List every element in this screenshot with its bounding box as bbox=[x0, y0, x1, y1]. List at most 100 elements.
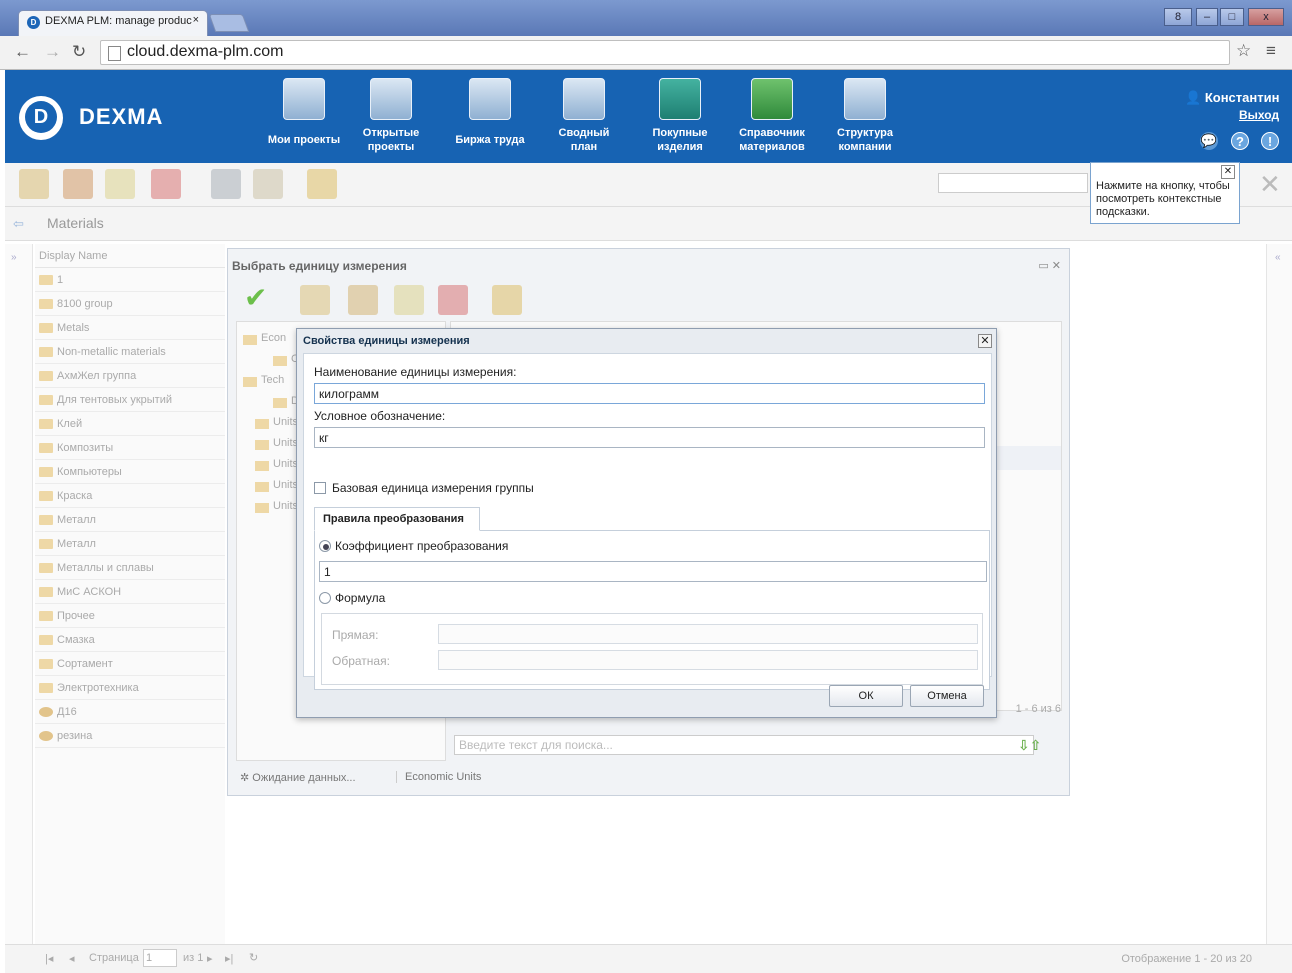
tree-node[interactable]: Units bbox=[255, 500, 298, 520]
logo-text[interactable]: DEXMA bbox=[79, 104, 163, 130]
paste-icon[interactable] bbox=[253, 169, 283, 199]
list-item[interactable]: Электротехника bbox=[35, 676, 225, 700]
prev-page-icon[interactable]: ◂ bbox=[69, 952, 75, 965]
cut-icon[interactable] bbox=[211, 169, 241, 199]
logout-link[interactable]: Выход bbox=[1239, 108, 1279, 122]
new-tab-button[interactable] bbox=[208, 14, 250, 32]
list-item[interactable]: Смазка bbox=[35, 628, 225, 652]
list-item[interactable]: Для тентовых укрытий bbox=[35, 388, 225, 412]
add-unit-icon[interactable] bbox=[348, 285, 378, 315]
tree-node[interactable]: Units bbox=[255, 458, 298, 478]
formula-radio[interactable] bbox=[319, 592, 331, 604]
first-page-icon[interactable]: |◂ bbox=[45, 952, 53, 965]
list-item[interactable]: Non-metallic materials bbox=[35, 340, 225, 364]
window-user-icon[interactable]: 8 bbox=[1164, 8, 1192, 26]
nav-my-projects[interactable]: Мои проекты bbox=[261, 78, 347, 160]
coefficient-input[interactable]: 1 bbox=[319, 561, 987, 582]
window-controls[interactable]: ▭ ✕ bbox=[1038, 259, 1061, 272]
sort-arrows-icon[interactable]: ⇩⇧ bbox=[1018, 737, 1041, 754]
list-item[interactable]: Металл bbox=[35, 508, 225, 532]
tree-structure-icon[interactable] bbox=[492, 285, 522, 315]
item-label: Клей bbox=[57, 418, 83, 430]
help-question-icon[interactable]: ? bbox=[1231, 132, 1249, 150]
page-number-input[interactable]: 1 bbox=[143, 949, 177, 967]
edit-pencil-icon[interactable] bbox=[394, 285, 424, 315]
coefficient-radio[interactable] bbox=[319, 540, 331, 552]
nav-purchased-items[interactable]: Покупные изделия bbox=[639, 78, 721, 160]
list-item[interactable]: Компьютеры bbox=[35, 460, 225, 484]
nav-summary-plan[interactable]: Сводный план bbox=[549, 78, 619, 160]
tab-conversion-rules[interactable]: Правила преобразования bbox=[314, 507, 480, 531]
list-item[interactable]: Прочее bbox=[35, 604, 225, 628]
tree-node[interactable]: Tech bbox=[243, 374, 284, 394]
add-material-icon[interactable] bbox=[63, 169, 93, 199]
right-collapse-strip[interactable]: « bbox=[1266, 244, 1292, 944]
bookmark-star-icon[interactable]: ☆ bbox=[1236, 41, 1251, 61]
delete-icon[interactable] bbox=[438, 285, 468, 315]
list-item[interactable]: Металл bbox=[35, 532, 225, 556]
list-item[interactable]: Металлы и сплавы bbox=[35, 556, 225, 580]
list-item[interactable]: Metals bbox=[35, 316, 225, 340]
tree-node[interactable]: Econ bbox=[243, 332, 286, 352]
menu-icon[interactable]: ≡ bbox=[1266, 41, 1276, 61]
list-item[interactable]: 1 bbox=[35, 268, 225, 292]
tree-node[interactable]: Units bbox=[255, 437, 298, 457]
ok-button[interactable]: ОК bbox=[829, 685, 903, 707]
nav-job-market[interactable]: Биржа труда bbox=[447, 78, 533, 160]
add-group-icon[interactable] bbox=[300, 285, 330, 315]
list-item[interactable]: МиС АСКОН bbox=[35, 580, 225, 604]
window-minimize-button[interactable]: – bbox=[1196, 8, 1218, 26]
list-item[interactable]: резина bbox=[35, 724, 225, 748]
delete-icon[interactable] bbox=[151, 169, 181, 199]
user-name[interactable]: 👤 Константин bbox=[1185, 90, 1279, 106]
nav-materials-directory[interactable]: Справочник материалов bbox=[729, 78, 815, 160]
dialog-close-icon[interactable]: ✕ bbox=[978, 334, 992, 348]
toolbar-search-input[interactable] bbox=[938, 173, 1088, 193]
list-item[interactable]: 8100 group bbox=[35, 292, 225, 316]
window-maximize-button[interactable]: □ bbox=[1220, 8, 1244, 26]
refresh-icon[interactable]: ↻ bbox=[249, 951, 258, 964]
context-hints-icon[interactable]: 💬 bbox=[1200, 132, 1218, 150]
info-icon[interactable]: ! bbox=[1261, 132, 1279, 150]
list-item[interactable]: Композиты bbox=[35, 436, 225, 460]
back-arrow-icon[interactable]: ← bbox=[14, 42, 31, 62]
nav-label: Мои проекты bbox=[267, 134, 341, 146]
left-collapse-strip[interactable]: » bbox=[5, 244, 33, 944]
direct-formula-input[interactable] bbox=[438, 624, 978, 644]
nav-company-structure[interactable]: Структура компании bbox=[825, 78, 905, 160]
list-item[interactable]: Клей bbox=[35, 412, 225, 436]
list-item[interactable]: АхмЖел группа bbox=[35, 364, 225, 388]
inverse-formula-input[interactable] bbox=[438, 650, 978, 670]
unit-symbol-input[interactable]: кг bbox=[314, 427, 985, 448]
folder-icon bbox=[39, 635, 53, 645]
tooltip-close-icon[interactable]: ✕ bbox=[1221, 165, 1235, 179]
next-page-icon[interactable]: ▸ bbox=[207, 952, 213, 965]
cancel-button[interactable]: Отмена bbox=[910, 685, 984, 707]
clear-search-icon[interactable]: ✕ bbox=[1259, 169, 1281, 200]
list-item[interactable]: Сортамент bbox=[35, 652, 225, 676]
tab-close-icon[interactable]: × bbox=[193, 14, 199, 26]
reload-icon[interactable]: ↻ bbox=[72, 42, 86, 62]
unit-name-input[interactable]: килограмм bbox=[314, 383, 985, 404]
url-field[interactable]: cloud.dexma-plm.com bbox=[100, 40, 1230, 65]
tree-node[interactable]: Units bbox=[255, 416, 298, 436]
list-item[interactable]: Краска bbox=[35, 484, 225, 508]
nav-open-projects[interactable]: Открытые проекты bbox=[355, 78, 427, 160]
units-search-input[interactable]: Введите текст для поиска... bbox=[454, 735, 1034, 755]
tree-node[interactable]: Units bbox=[255, 479, 298, 499]
dexma-logo-icon[interactable] bbox=[19, 96, 63, 140]
forward-arrow-icon[interactable]: → bbox=[44, 42, 61, 62]
edit-pencil-icon[interactable] bbox=[105, 169, 135, 199]
last-page-icon[interactable]: ▸| bbox=[225, 952, 233, 965]
collapse-icon[interactable]: « bbox=[1275, 252, 1281, 263]
add-folder-icon[interactable] bbox=[19, 169, 49, 199]
back-icon[interactable]: ⇦ bbox=[13, 216, 24, 232]
tree-structure-icon[interactable] bbox=[307, 169, 337, 199]
base-unit-checkbox[interactable] bbox=[314, 482, 326, 494]
list-item[interactable]: Д16 bbox=[35, 700, 225, 724]
confirm-check-icon[interactable]: ✔ bbox=[244, 281, 267, 314]
expand-icon[interactable]: » bbox=[11, 252, 17, 263]
column-header-display-name[interactable]: Display Name bbox=[35, 246, 225, 268]
browser-tab[interactable]: D DEXMA PLM: manage produc × bbox=[18, 10, 208, 36]
window-close-button[interactable]: x bbox=[1248, 8, 1284, 26]
